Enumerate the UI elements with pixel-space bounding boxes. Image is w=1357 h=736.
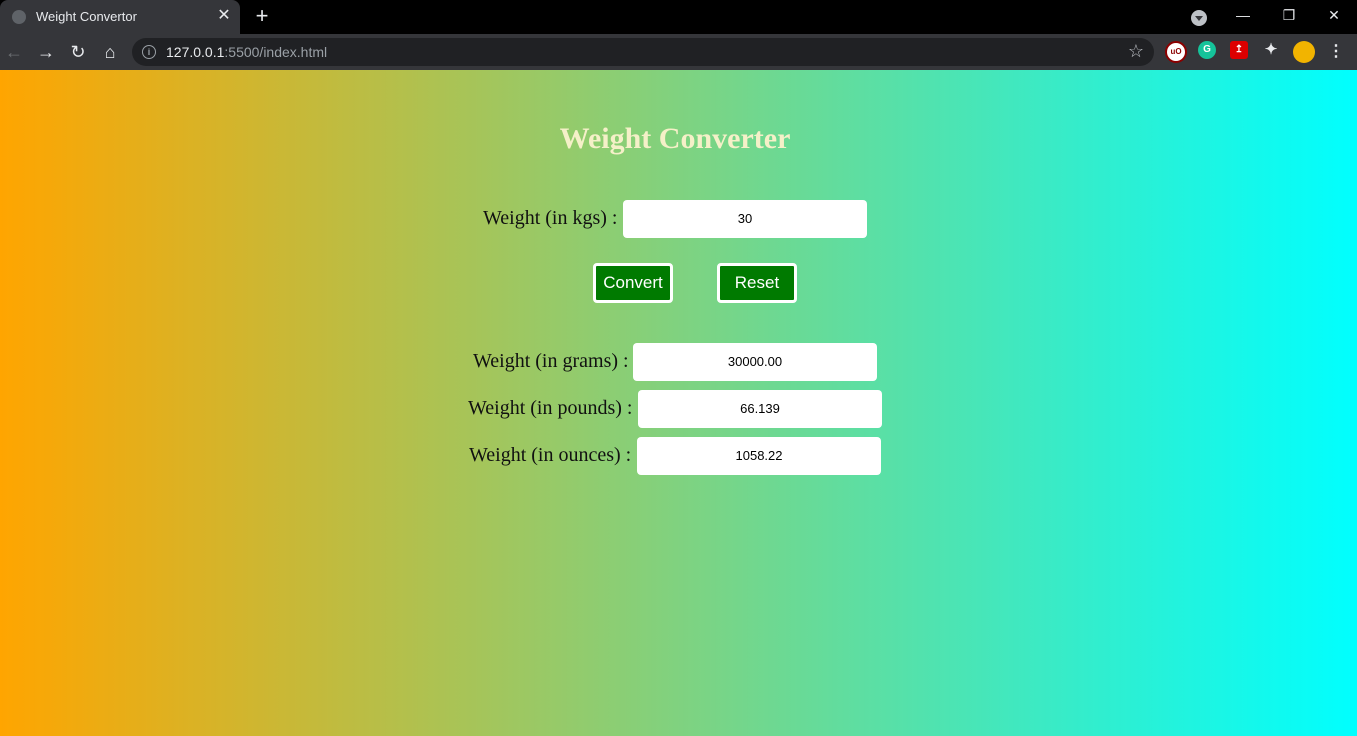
browser-tab[interactable]: Weight Convertor ✕ xyxy=(0,0,240,34)
globe-icon xyxy=(12,10,26,24)
grams-label: Weight (in grams) : xyxy=(473,350,629,372)
grams-output[interactable]: 30000.00 xyxy=(633,343,877,381)
tab-close-icon[interactable]: ✕ xyxy=(216,8,232,24)
browser-toolbar: ← → ↻ ⌂ i 127.0.0.1:5500/index.html ☆ uO… xyxy=(0,34,1357,70)
tab-title: Weight Convertor xyxy=(36,9,137,24)
pounds-label: Weight (in pounds) : xyxy=(468,397,633,419)
ounces-label: Weight (in ounces) : xyxy=(469,444,632,466)
forward-icon[interactable]: → xyxy=(34,40,58,64)
tab-strip: Weight Convertor ✕ + — ❐ ✕ xyxy=(0,0,1357,34)
page-title: Weight Converter xyxy=(559,122,791,155)
ounces-output[interactable]: 1058.22 xyxy=(637,437,881,475)
minimize-button[interactable]: — xyxy=(1220,0,1266,32)
address-bar[interactable]: i 127.0.0.1:5500/index.html ☆ xyxy=(132,38,1154,66)
tab-search-icon[interactable] xyxy=(1191,10,1207,26)
url-path: :5500/index.html xyxy=(224,44,328,60)
reload-icon[interactable]: ↻ xyxy=(66,40,90,64)
new-tab-button[interactable]: + xyxy=(252,5,272,27)
home-icon[interactable]: ⌂ xyxy=(98,40,122,64)
page-content: Weight Converter Weight (in kgs) : 30 Co… xyxy=(0,70,1357,736)
kg-label: Weight (in kgs) : xyxy=(483,207,618,229)
url-text[interactable]: 127.0.0.1:5500/index.html xyxy=(166,44,327,60)
pdf-extension-icon[interactable]: ↥ xyxy=(1230,41,1248,59)
ublock-extension-icon[interactable]: uO xyxy=(1165,41,1187,63)
back-icon[interactable]: ← xyxy=(2,40,26,64)
restore-button[interactable]: ❐ xyxy=(1266,0,1312,32)
window-close-button[interactable]: ✕ xyxy=(1311,0,1357,32)
profile-avatar-icon[interactable] xyxy=(1293,41,1315,63)
info-icon[interactable]: i xyxy=(142,45,156,59)
bookmark-star-icon[interactable]: ☆ xyxy=(1128,41,1144,62)
convert-button[interactable]: Convert xyxy=(593,263,673,303)
url-host: 127.0.0.1 xyxy=(166,44,225,60)
kg-input[interactable]: 30 xyxy=(623,200,867,238)
pounds-output[interactable]: 66.139 xyxy=(638,390,882,428)
reset-button[interactable]: Reset xyxy=(717,263,797,303)
extensions-puzzle-icon[interactable]: ✦ xyxy=(1262,41,1280,59)
menu-kebab-icon[interactable]: ⋮ xyxy=(1326,41,1346,63)
grammarly-extension-icon[interactable]: G xyxy=(1198,41,1216,59)
